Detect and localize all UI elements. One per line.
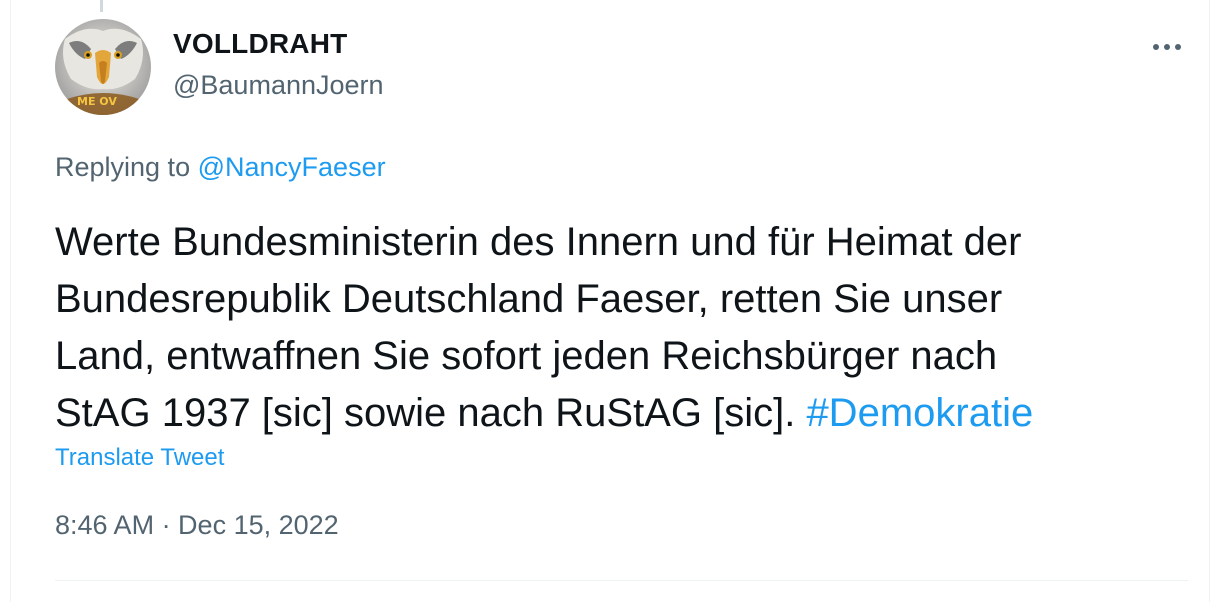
more-dots-icon[interactable]	[1145, 30, 1189, 64]
tweet-text-line: Bundesrepublik Deutschland Faeser, rette…	[55, 277, 1003, 321]
tweet-timestamp[interactable]: 8:46 AM · Dec 15, 2022	[55, 510, 339, 541]
author-display-name[interactable]: VOLLDRAHT	[173, 28, 347, 60]
tweet-text-line: Werte Bundesministerin des Innern und fü…	[55, 220, 1022, 264]
tweet-text-line-last: StAG 1937 [sic] sowie nach RuStAG [sic].…	[55, 385, 1195, 442]
tweet-text-line: StAG 1937 [sic] sowie nach RuStAG [sic].	[55, 391, 796, 435]
thread-connector-line	[100, 0, 103, 12]
replying-prefix: Replying to	[55, 152, 191, 182]
tweet-card: ME OV VOLLDRAHT @BaumannJoern Replying t…	[10, 0, 1210, 602]
avatar-badge-text: ME OV	[77, 95, 117, 108]
divider	[55, 580, 1188, 581]
reply-mention-link[interactable]: @NancyFaeser	[198, 152, 386, 182]
avatar[interactable]: ME OV	[55, 19, 151, 115]
translate-tweet-link[interactable]: Translate Tweet	[55, 444, 224, 472]
hashtag-link[interactable]: #Demokratie	[806, 391, 1033, 435]
tweet-text-line: Land, entwaffnen Sie sofort jeden Reichs…	[55, 334, 998, 378]
more-dot	[1164, 44, 1170, 50]
more-dot	[1153, 44, 1159, 50]
replying-to-line: Replying to @NancyFaeser	[55, 152, 386, 183]
tweet-text: Werte Bundesministerin des Innern und fü…	[55, 214, 1195, 442]
more-dot	[1175, 44, 1181, 50]
author-handle[interactable]: @BaumannJoern	[173, 70, 384, 101]
